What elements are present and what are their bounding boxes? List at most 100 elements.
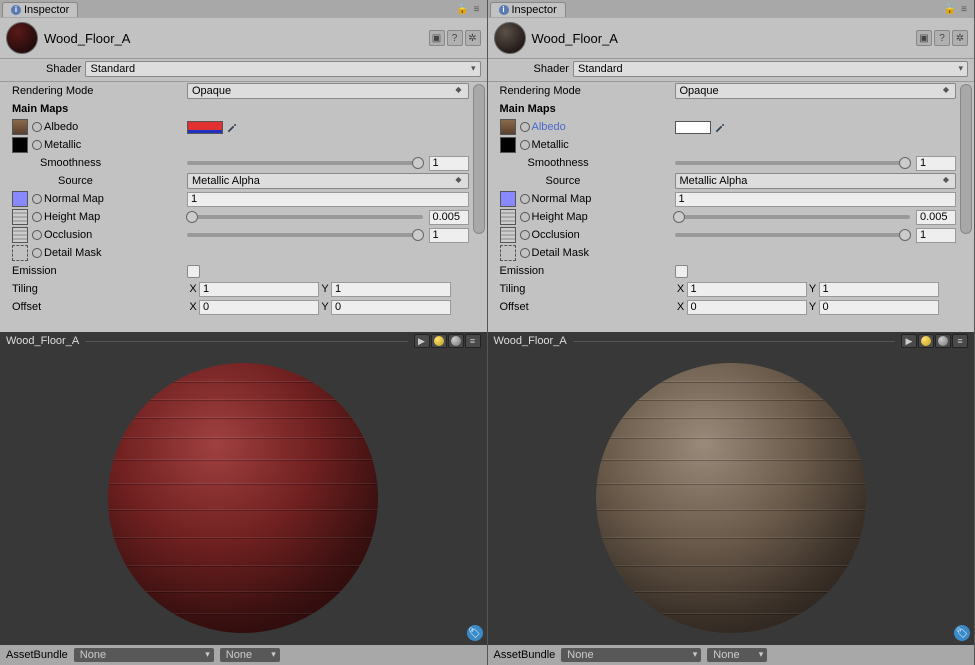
scrollbar[interactable] xyxy=(960,84,972,234)
texture-picker-icon[interactable] xyxy=(520,140,530,150)
x-label: X xyxy=(187,283,199,295)
detail-mask-texture-slot[interactable] xyxy=(500,245,516,261)
preview-unlit-button[interactable] xyxy=(935,334,951,348)
smoothness-slider[interactable] xyxy=(675,161,911,165)
albedo-texture-slot[interactable] xyxy=(500,119,516,135)
preview-menu-button[interactable]: ≡ xyxy=(465,334,481,348)
offset-y-input[interactable] xyxy=(331,300,451,315)
occlusion-input[interactable] xyxy=(916,228,956,243)
asset-bundle-dropdown[interactable]: None xyxy=(561,648,701,662)
texture-picker-icon[interactable] xyxy=(520,194,530,204)
height-input[interactable] xyxy=(429,210,469,225)
detail-mask-texture-slot[interactable] xyxy=(12,245,28,261)
tiling-label: Tiling xyxy=(12,283,187,295)
emission-checkbox[interactable] xyxy=(187,265,200,278)
preview-menu-button[interactable]: ≡ xyxy=(952,334,968,348)
panel-menu-icon[interactable]: ≡ xyxy=(958,3,970,15)
occlusion-slider[interactable] xyxy=(675,233,911,237)
texture-picker-icon[interactable] xyxy=(32,194,42,204)
source-dropdown[interactable]: Metallic Alpha xyxy=(675,173,957,189)
preview-unlit-button[interactable] xyxy=(448,334,464,348)
tiling-y-input[interactable] xyxy=(819,282,939,297)
material-header: Wood_Floor_A ▣ ? ✲ xyxy=(0,18,487,59)
y-label: Y xyxy=(319,301,331,313)
texture-picker-icon[interactable] xyxy=(520,212,530,222)
tab-inspector[interactable]: i Inspector xyxy=(2,2,78,17)
eyedropper-icon[interactable] xyxy=(225,120,239,134)
albedo-color-swatch[interactable] xyxy=(187,121,223,134)
normal-input[interactable] xyxy=(187,192,469,207)
tag-icon[interactable]: 🏷 xyxy=(467,625,483,641)
occlusion-texture-slot[interactable] xyxy=(12,227,28,243)
shader-dropdown[interactable]: Standard xyxy=(85,61,480,77)
texture-picker-icon[interactable] xyxy=(520,248,530,258)
tab-inspector[interactable]: i Inspector xyxy=(490,2,566,17)
preview-play-button[interactable]: ▶ xyxy=(414,334,430,348)
offset-x-input[interactable] xyxy=(199,300,319,315)
albedo-color-swatch[interactable] xyxy=(675,121,711,134)
smoothness-input[interactable] xyxy=(429,156,469,171)
tag-icon[interactable]: 🏷 xyxy=(954,625,970,641)
occlusion-slider[interactable] xyxy=(187,233,423,237)
asset-bundle-variant-dropdown[interactable]: None xyxy=(707,648,767,662)
occlusion-input[interactable] xyxy=(429,228,469,243)
texture-picker-icon[interactable] xyxy=(32,122,42,132)
lock-icon[interactable]: 🔒 xyxy=(944,3,956,15)
shader-dropdown[interactable]: Standard xyxy=(573,61,968,77)
smoothness-slider[interactable] xyxy=(187,161,423,165)
smoothness-input[interactable] xyxy=(916,156,956,171)
asset-bundle-variant-dropdown[interactable]: None xyxy=(220,648,280,662)
emission-label: Emission xyxy=(500,265,675,277)
material-preview[interactable]: 🏷 xyxy=(0,350,487,645)
height-slider[interactable] xyxy=(675,215,911,219)
normal-input[interactable] xyxy=(675,192,957,207)
tiling-x-input[interactable] xyxy=(687,282,807,297)
tiling-y-input[interactable] xyxy=(331,282,451,297)
preview-lit-button[interactable] xyxy=(918,334,934,348)
texture-picker-icon[interactable] xyxy=(32,212,42,222)
eyedropper-icon[interactable] xyxy=(713,120,727,134)
albedo-texture-slot[interactable] xyxy=(12,119,28,135)
rendering-mode-dropdown[interactable]: Opaque xyxy=(675,83,957,99)
texture-picker-icon[interactable] xyxy=(32,140,42,150)
preview-header: Wood_Floor_A ▶ ≡ xyxy=(0,332,487,350)
height-map-label: Height Map xyxy=(44,211,100,223)
texture-picker-icon[interactable] xyxy=(520,230,530,240)
source-dropdown[interactable]: Metallic Alpha xyxy=(187,173,469,189)
metallic-texture-slot[interactable] xyxy=(12,137,28,153)
offset-x-input[interactable] xyxy=(687,300,807,315)
normal-texture-slot[interactable] xyxy=(500,191,516,207)
main-maps-label: Main Maps xyxy=(12,103,187,115)
material-preview-thumb[interactable] xyxy=(494,22,526,54)
preview-play-button[interactable]: ▶ xyxy=(901,334,917,348)
help-icon[interactable]: ? xyxy=(934,30,950,46)
height-texture-slot[interactable] xyxy=(500,209,516,225)
height-texture-slot[interactable] xyxy=(12,209,28,225)
material-preview[interactable]: 🏷 xyxy=(488,350,975,645)
texture-picker-icon[interactable] xyxy=(520,122,530,132)
material-preview-thumb[interactable] xyxy=(6,22,38,54)
preview-lit-button[interactable] xyxy=(431,334,447,348)
emission-checkbox[interactable] xyxy=(675,265,688,278)
texture-picker-icon[interactable] xyxy=(32,230,42,240)
metallic-texture-slot[interactable] xyxy=(500,137,516,153)
panel-menu-icon[interactable]: ≡ xyxy=(471,3,483,15)
offset-y-input[interactable] xyxy=(819,300,939,315)
scrollbar[interactable] xyxy=(473,84,485,234)
help-icon[interactable]: ? xyxy=(447,30,463,46)
texture-picker-icon[interactable] xyxy=(32,248,42,258)
prefab-icon[interactable]: ▣ xyxy=(916,30,932,46)
lock-icon[interactable]: 🔒 xyxy=(457,3,469,15)
material-name: Wood_Floor_A xyxy=(44,31,423,46)
height-slider[interactable] xyxy=(187,215,423,219)
gear-icon[interactable]: ✲ xyxy=(465,30,481,46)
tiling-x-input[interactable] xyxy=(199,282,319,297)
height-input[interactable] xyxy=(916,210,956,225)
smoothness-label: Smoothness xyxy=(500,157,675,169)
gear-icon[interactable]: ✲ xyxy=(952,30,968,46)
occlusion-texture-slot[interactable] xyxy=(500,227,516,243)
rendering-mode-dropdown[interactable]: Opaque xyxy=(187,83,469,99)
prefab-icon[interactable]: ▣ xyxy=(429,30,445,46)
normal-texture-slot[interactable] xyxy=(12,191,28,207)
asset-bundle-dropdown[interactable]: None xyxy=(74,648,214,662)
